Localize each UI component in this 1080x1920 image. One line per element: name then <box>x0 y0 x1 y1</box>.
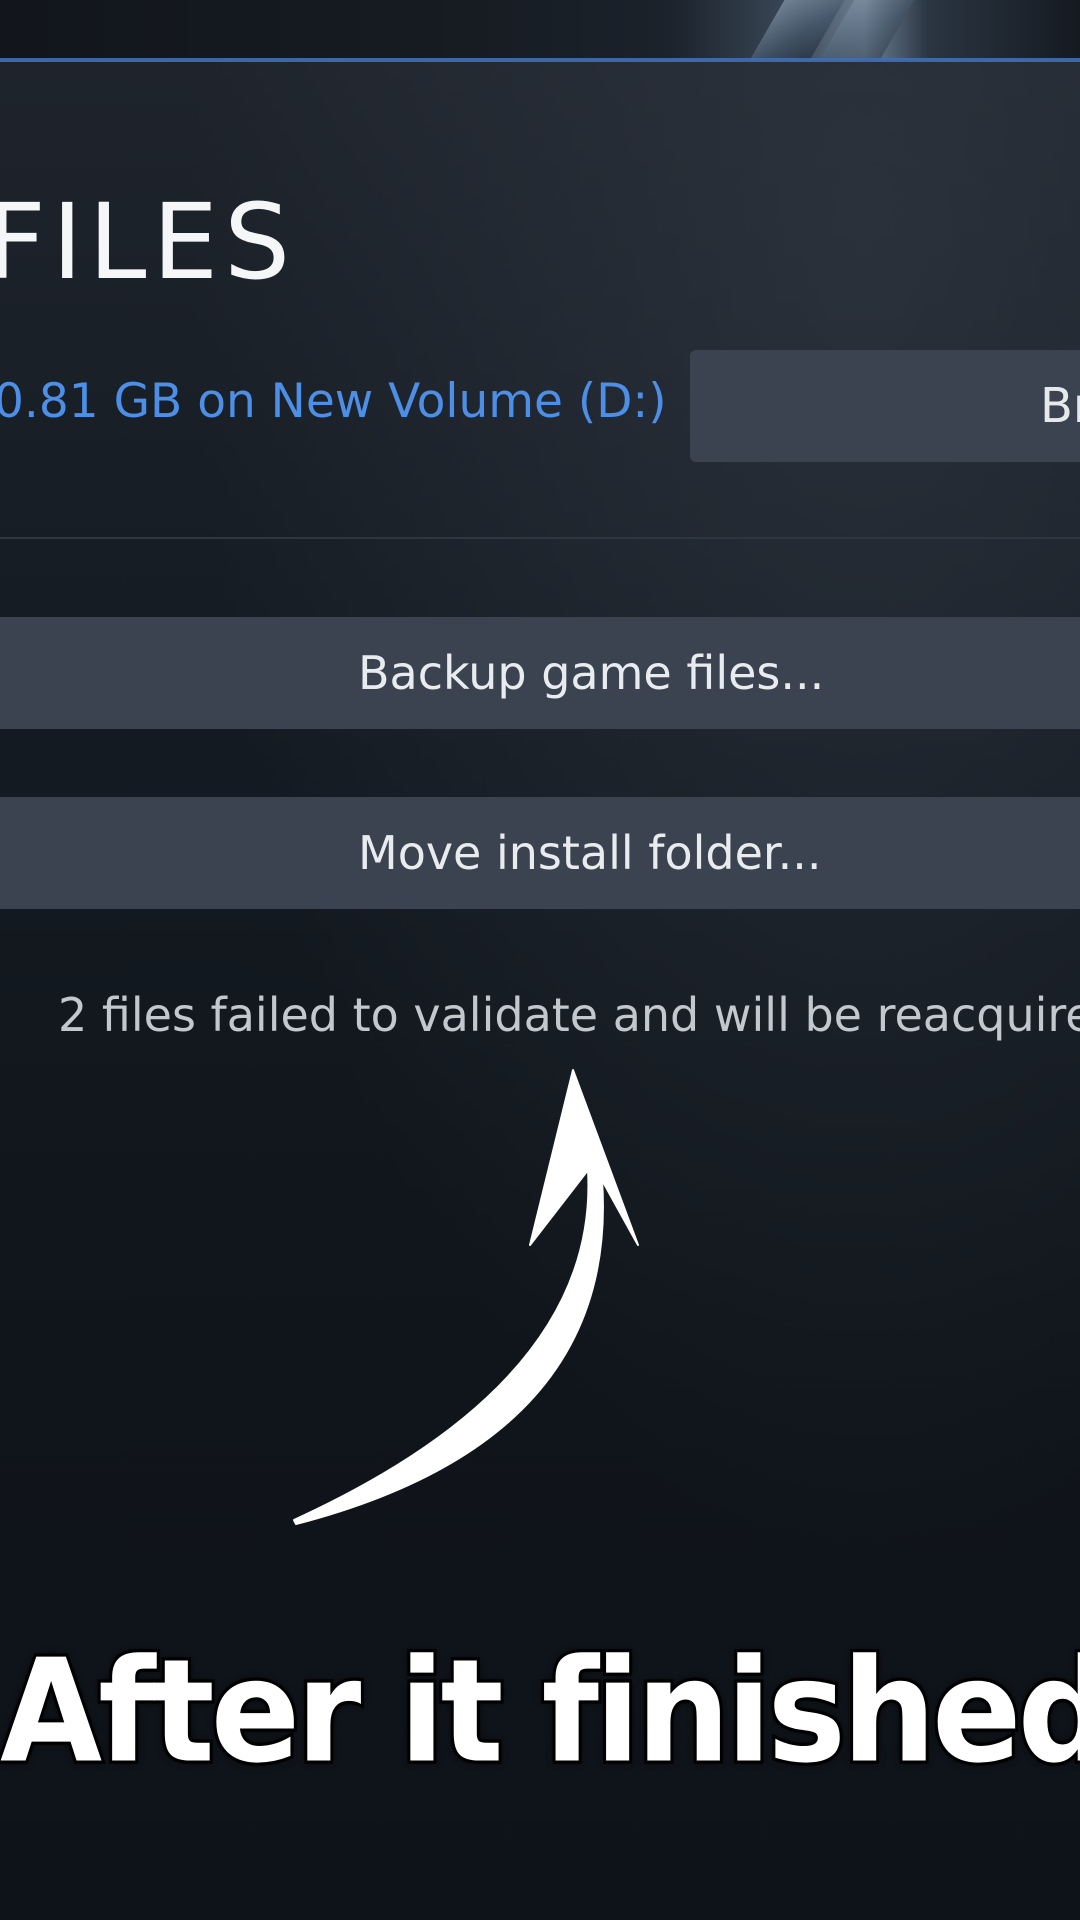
header-border <box>0 58 1080 62</box>
disk-usage-link[interactable]: 0.81 GB on New Volume (D:) <box>0 378 667 425</box>
backup-game-files-button[interactable]: Backup game files... <box>0 617 1080 729</box>
game-header-art <box>0 0 1080 60</box>
section-title: FILES <box>0 181 297 303</box>
browse-button[interactable]: Br <box>690 350 1080 462</box>
divider <box>0 537 1080 539</box>
move-button-label: Move install folder... <box>358 826 822 880</box>
steam-properties-screen: FILES 0.81 GB on New Volume (D:) Br Back… <box>0 0 1080 1920</box>
backup-button-label: Backup game files... <box>358 646 825 700</box>
move-install-folder-button[interactable]: Move install folder... <box>0 797 1080 909</box>
validation-status-message: 2 files failed to validate and will be r… <box>58 988 1080 1042</box>
video-caption: After it finished <box>0 1628 1080 1796</box>
